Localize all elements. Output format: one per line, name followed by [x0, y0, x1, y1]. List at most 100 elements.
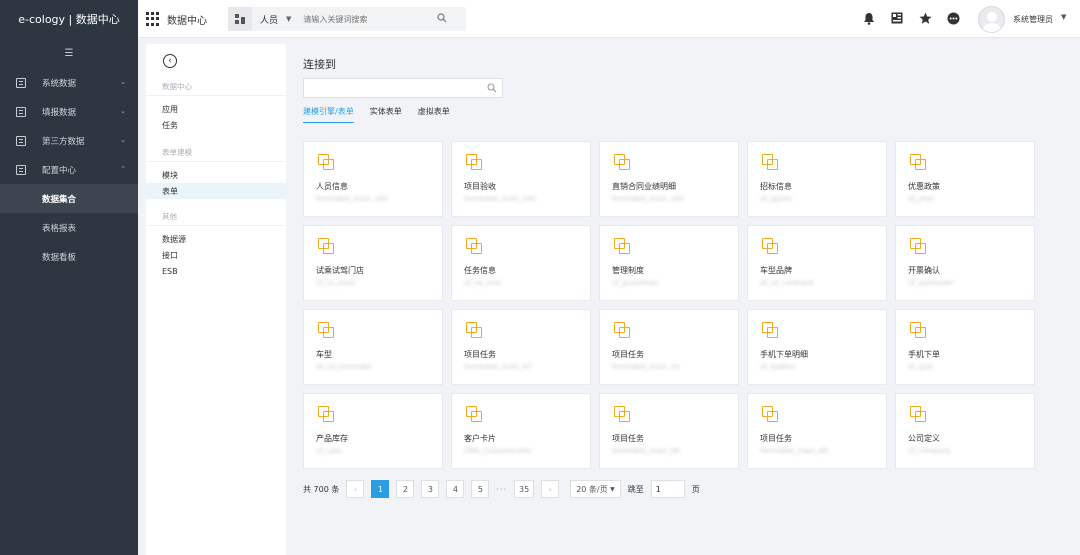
panel-item-app[interactable]: 应用	[146, 101, 286, 117]
panel-group-title: 数据中心	[146, 78, 286, 96]
card-title: 开票确认	[908, 266, 940, 275]
document-icon	[16, 135, 26, 146]
form-card[interactable]: 项目任务 formtable_main_33	[599, 309, 739, 385]
page-button[interactable]: 4	[446, 480, 465, 498]
panel-item-datasource[interactable]: 数据源	[146, 231, 286, 247]
card-title: 项目任务	[612, 350, 644, 359]
sidebar-item-third-party-data[interactable]: 第三方数据 ⌄	[0, 126, 138, 155]
tab-modeling-form[interactable]: 建模引擎/表单	[303, 106, 354, 123]
search-icon[interactable]	[487, 83, 497, 96]
form-card[interactable]: 手机下单明细 uf_sjxdmx	[747, 309, 887, 385]
form-icon	[318, 154, 334, 170]
card-table-name: uf_cpkc	[316, 447, 343, 455]
sidebar-subitem-table-report[interactable]: 表格报表	[0, 213, 138, 242]
avatar[interactable]	[978, 6, 1005, 33]
form-card[interactable]: 手机下单 uf_sjxd	[895, 309, 1035, 385]
app-grid-icon[interactable]	[146, 12, 160, 26]
card-title: 试乘试驾门店	[316, 266, 364, 275]
star-icon[interactable]	[918, 11, 932, 25]
page-button[interactable]: 1	[371, 480, 390, 498]
form-card[interactable]: 产品库存 uf_cpkc	[303, 393, 443, 469]
form-icon	[466, 406, 482, 422]
jump-page-input[interactable]	[650, 480, 685, 498]
chevron-down-icon[interactable]: ▼	[286, 15, 291, 23]
sidebar-item-filled-data[interactable]: 填报数据 ⌄	[0, 97, 138, 126]
chevron-down-icon[interactable]: ▼	[1061, 13, 1066, 21]
form-card[interactable]: 直销合同业绩明细 formtable_main_181	[599, 141, 739, 217]
bell-icon[interactable]	[862, 11, 876, 25]
card-title: 任务信息	[464, 266, 496, 275]
page-size-select[interactable]: 20 条/页 ▼	[570, 480, 621, 498]
app-title: 数据中心	[167, 16, 207, 27]
more-pages-icon[interactable]: ···	[496, 485, 507, 494]
document-icon	[16, 106, 26, 117]
form-card[interactable]: 项目任务 formtable_main_69	[747, 393, 887, 469]
card-table-name: formtable_main_69	[760, 447, 828, 455]
page-button[interactable]: 35	[514, 480, 535, 498]
jump-label: 跳至	[627, 484, 644, 494]
document-icon	[16, 164, 26, 175]
page-size-value: 20 条/页	[576, 484, 608, 494]
menu-collapse-icon[interactable]: ☰	[0, 38, 138, 68]
page-button[interactable]: 5	[471, 480, 490, 498]
panel-item-esb[interactable]: ESB	[146, 263, 286, 279]
form-icon	[910, 154, 926, 170]
search-input[interactable]	[303, 14, 434, 24]
panel-item-module[interactable]: 模块	[146, 167, 286, 183]
page-button[interactable]: 2	[396, 480, 415, 498]
panel-item-form[interactable]: 表单	[146, 183, 286, 199]
card-title: 项目任务	[760, 434, 792, 443]
sidebar-item-system-data[interactable]: 系统数据 ⌄	[0, 68, 138, 97]
card-table-name: uf_rw_xxxi	[464, 279, 501, 287]
page-button[interactable]: 3	[421, 480, 440, 498]
sidebar-item-label: 系统数据	[42, 78, 77, 89]
form-card[interactable]: 试乘试驾门店 uf_cs_store	[303, 225, 443, 301]
form-icon	[318, 406, 334, 422]
document-icon	[16, 77, 26, 88]
tab-virtual-form[interactable]: 虚拟表单	[418, 106, 450, 123]
form-icon	[614, 406, 630, 422]
card-table-name: uf_sjxdmx	[760, 363, 796, 371]
card-table-name: uf_zpinfo	[760, 195, 792, 203]
page-unit-label: 页	[691, 484, 700, 494]
form-card[interactable]: 项目任务 formtable_main_47	[451, 309, 591, 385]
sidebar-subitem-data-collection[interactable]: 数据集合	[0, 184, 138, 213]
search-scope-icon[interactable]	[228, 7, 252, 31]
form-icon	[762, 322, 778, 338]
panel-group-title: 其他	[146, 208, 286, 226]
brand-logo[interactable]: e-cology | 数据中心	[0, 0, 138, 38]
form-card[interactable]: 车型 uf_cd_carmodel	[303, 309, 443, 385]
form-card[interactable]: 车型品牌 ef_cd_carbrand	[747, 225, 887, 301]
panel-item-interface[interactable]: 接口	[146, 247, 286, 263]
tab-entity-form[interactable]: 实体表单	[370, 106, 402, 123]
sidebar-subitem-data-board[interactable]: 数据看板	[0, 242, 138, 271]
form-card[interactable]: 项目验收 formtable_main_190	[451, 141, 591, 217]
form-card[interactable]: 任务信息 uf_rw_xxxi	[451, 225, 591, 301]
sidebar-item-label: 配置中心	[42, 165, 77, 176]
form-icon	[466, 154, 482, 170]
form-card[interactable]: 项目任务 formtable_main_56	[599, 393, 739, 469]
next-page-button[interactable]: ›	[541, 480, 560, 498]
layout-icon[interactable]	[890, 11, 904, 25]
search-scope-select[interactable]: 人员	[260, 13, 278, 26]
form-card[interactable]: 优惠政策 uf_yhzc	[895, 141, 1035, 217]
form-icon	[614, 238, 630, 254]
form-card[interactable]: 开票确认 uf_qsenorder	[895, 225, 1035, 301]
form-search-input[interactable]	[303, 78, 503, 98]
sidebar-item-config-center[interactable]: 配置中心 ⌃	[0, 155, 138, 184]
chevron-down-icon: ⌄	[120, 107, 126, 115]
user-name[interactable]: 系统管理员	[1013, 14, 1053, 25]
form-card[interactable]: 人员信息 formtable_main_181	[303, 141, 443, 217]
search-icon[interactable]	[437, 12, 447, 26]
more-icon[interactable]	[946, 11, 960, 25]
chevron-down-icon: ⌄	[120, 136, 126, 144]
prev-page-button[interactable]: ‹	[346, 480, 365, 498]
form-card[interactable]: 管理制度 uf_gualizhidu	[599, 225, 739, 301]
form-card[interactable]: 客户卡片 CRM_CustomerInfo	[451, 393, 591, 469]
card-table-name: uf_sjxd	[908, 363, 933, 371]
card-table-name: uf_qsenorder	[908, 279, 954, 287]
form-card[interactable]: 招标信息 uf_zpinfo	[747, 141, 887, 217]
back-icon[interactable]: ‹	[163, 54, 177, 68]
panel-item-task[interactable]: 任务	[146, 117, 286, 133]
form-card[interactable]: 公司定义 uf_company	[895, 393, 1035, 469]
